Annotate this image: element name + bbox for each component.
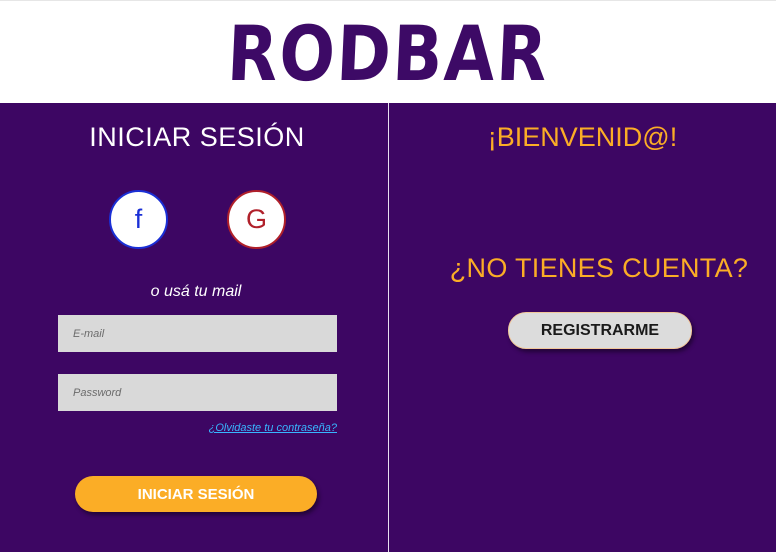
- facebook-icon: f: [134, 204, 143, 234]
- password-field[interactable]: [58, 374, 337, 411]
- brand-logo[interactable]: RODBAR: [52, 9, 723, 98]
- login-panel: INICIAR SESIÓN f G o usá tu mail ¿Olvida…: [0, 103, 388, 552]
- google-icon: G: [245, 204, 267, 234]
- email-field[interactable]: [58, 315, 337, 352]
- register-button[interactable]: REGISTRARME: [508, 312, 692, 349]
- login-button[interactable]: INICIAR SESIÓN: [75, 476, 317, 512]
- facebook-login-button[interactable]: f: [109, 190, 168, 249]
- login-title: INICIAR SESIÓN: [89, 122, 305, 152]
- welcome-title: ¡BIENVENID@!: [487, 122, 678, 152]
- register-panel: ¡BIENVENID@! ¿NO TIENES CUENTA? REGISTRA…: [389, 103, 776, 552]
- forgot-password-link[interactable]: ¿Olvidaste tu contraseña?: [58, 422, 337, 434]
- or-use-mail-label: o usá tu mail: [150, 283, 242, 300]
- site-header: RODBAR: [0, 0, 776, 103]
- google-login-button[interactable]: G: [227, 190, 286, 249]
- no-account-heading: ¿NO TIENES CUENTA?: [449, 253, 749, 283]
